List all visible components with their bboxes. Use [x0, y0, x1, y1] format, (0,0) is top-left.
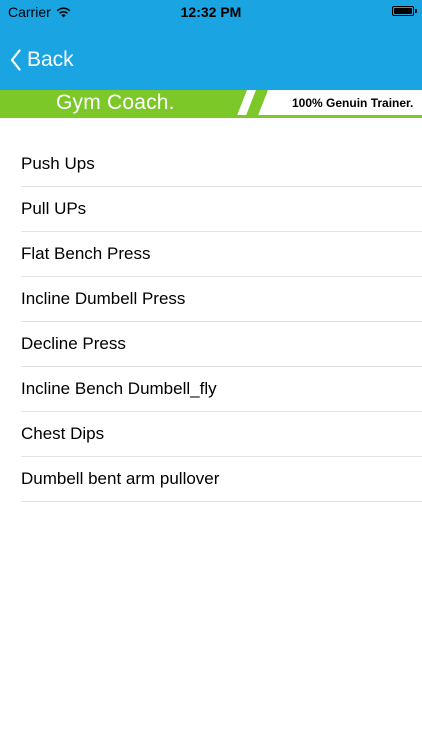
exercise-row-dumbell-bent-arm-pullover[interactable]: Dumbell bent arm pullover	[21, 457, 422, 502]
exercise-row-decline-press[interactable]: Decline Press	[21, 322, 422, 367]
back-button[interactable]: Back	[10, 48, 74, 72]
exercise-row-chest-dips[interactable]: Chest Dips	[21, 412, 422, 457]
banner-stripes	[226, 90, 268, 118]
exercise-row-pull-ups[interactable]: Pull UPs	[21, 187, 422, 232]
status-bar: Carrier 12:32 PM	[0, 0, 422, 24]
exercise-row-push-ups[interactable]: Push Ups	[21, 142, 422, 187]
chevron-left-icon	[10, 49, 21, 71]
exercise-list: Push Ups Pull UPs Flat Bench Press Incli…	[0, 142, 422, 502]
back-label: Back	[27, 48, 74, 71]
banner-tagline: 100% Genuin Trainer.	[292, 96, 414, 110]
banner-underline	[0, 115, 422, 118]
app-title: Gym Coach.	[56, 91, 175, 114]
exercise-row-incline-bench-dumbell-fly[interactable]: Incline Bench Dumbell_fly	[21, 367, 422, 412]
status-time: 12:32 PM	[180, 4, 242, 20]
brand-banner: Gym Coach. 100% Genuin Trainer.	[0, 90, 422, 118]
exercise-row-flat-bench-press[interactable]: Flat Bench Press	[21, 232, 422, 277]
battery-icon	[392, 6, 417, 16]
battery-level	[394, 8, 412, 14]
exercise-row-incline-dumbell-press[interactable]: Incline Dumbell Press	[21, 277, 422, 322]
navigation-bar: Back	[0, 24, 422, 90]
